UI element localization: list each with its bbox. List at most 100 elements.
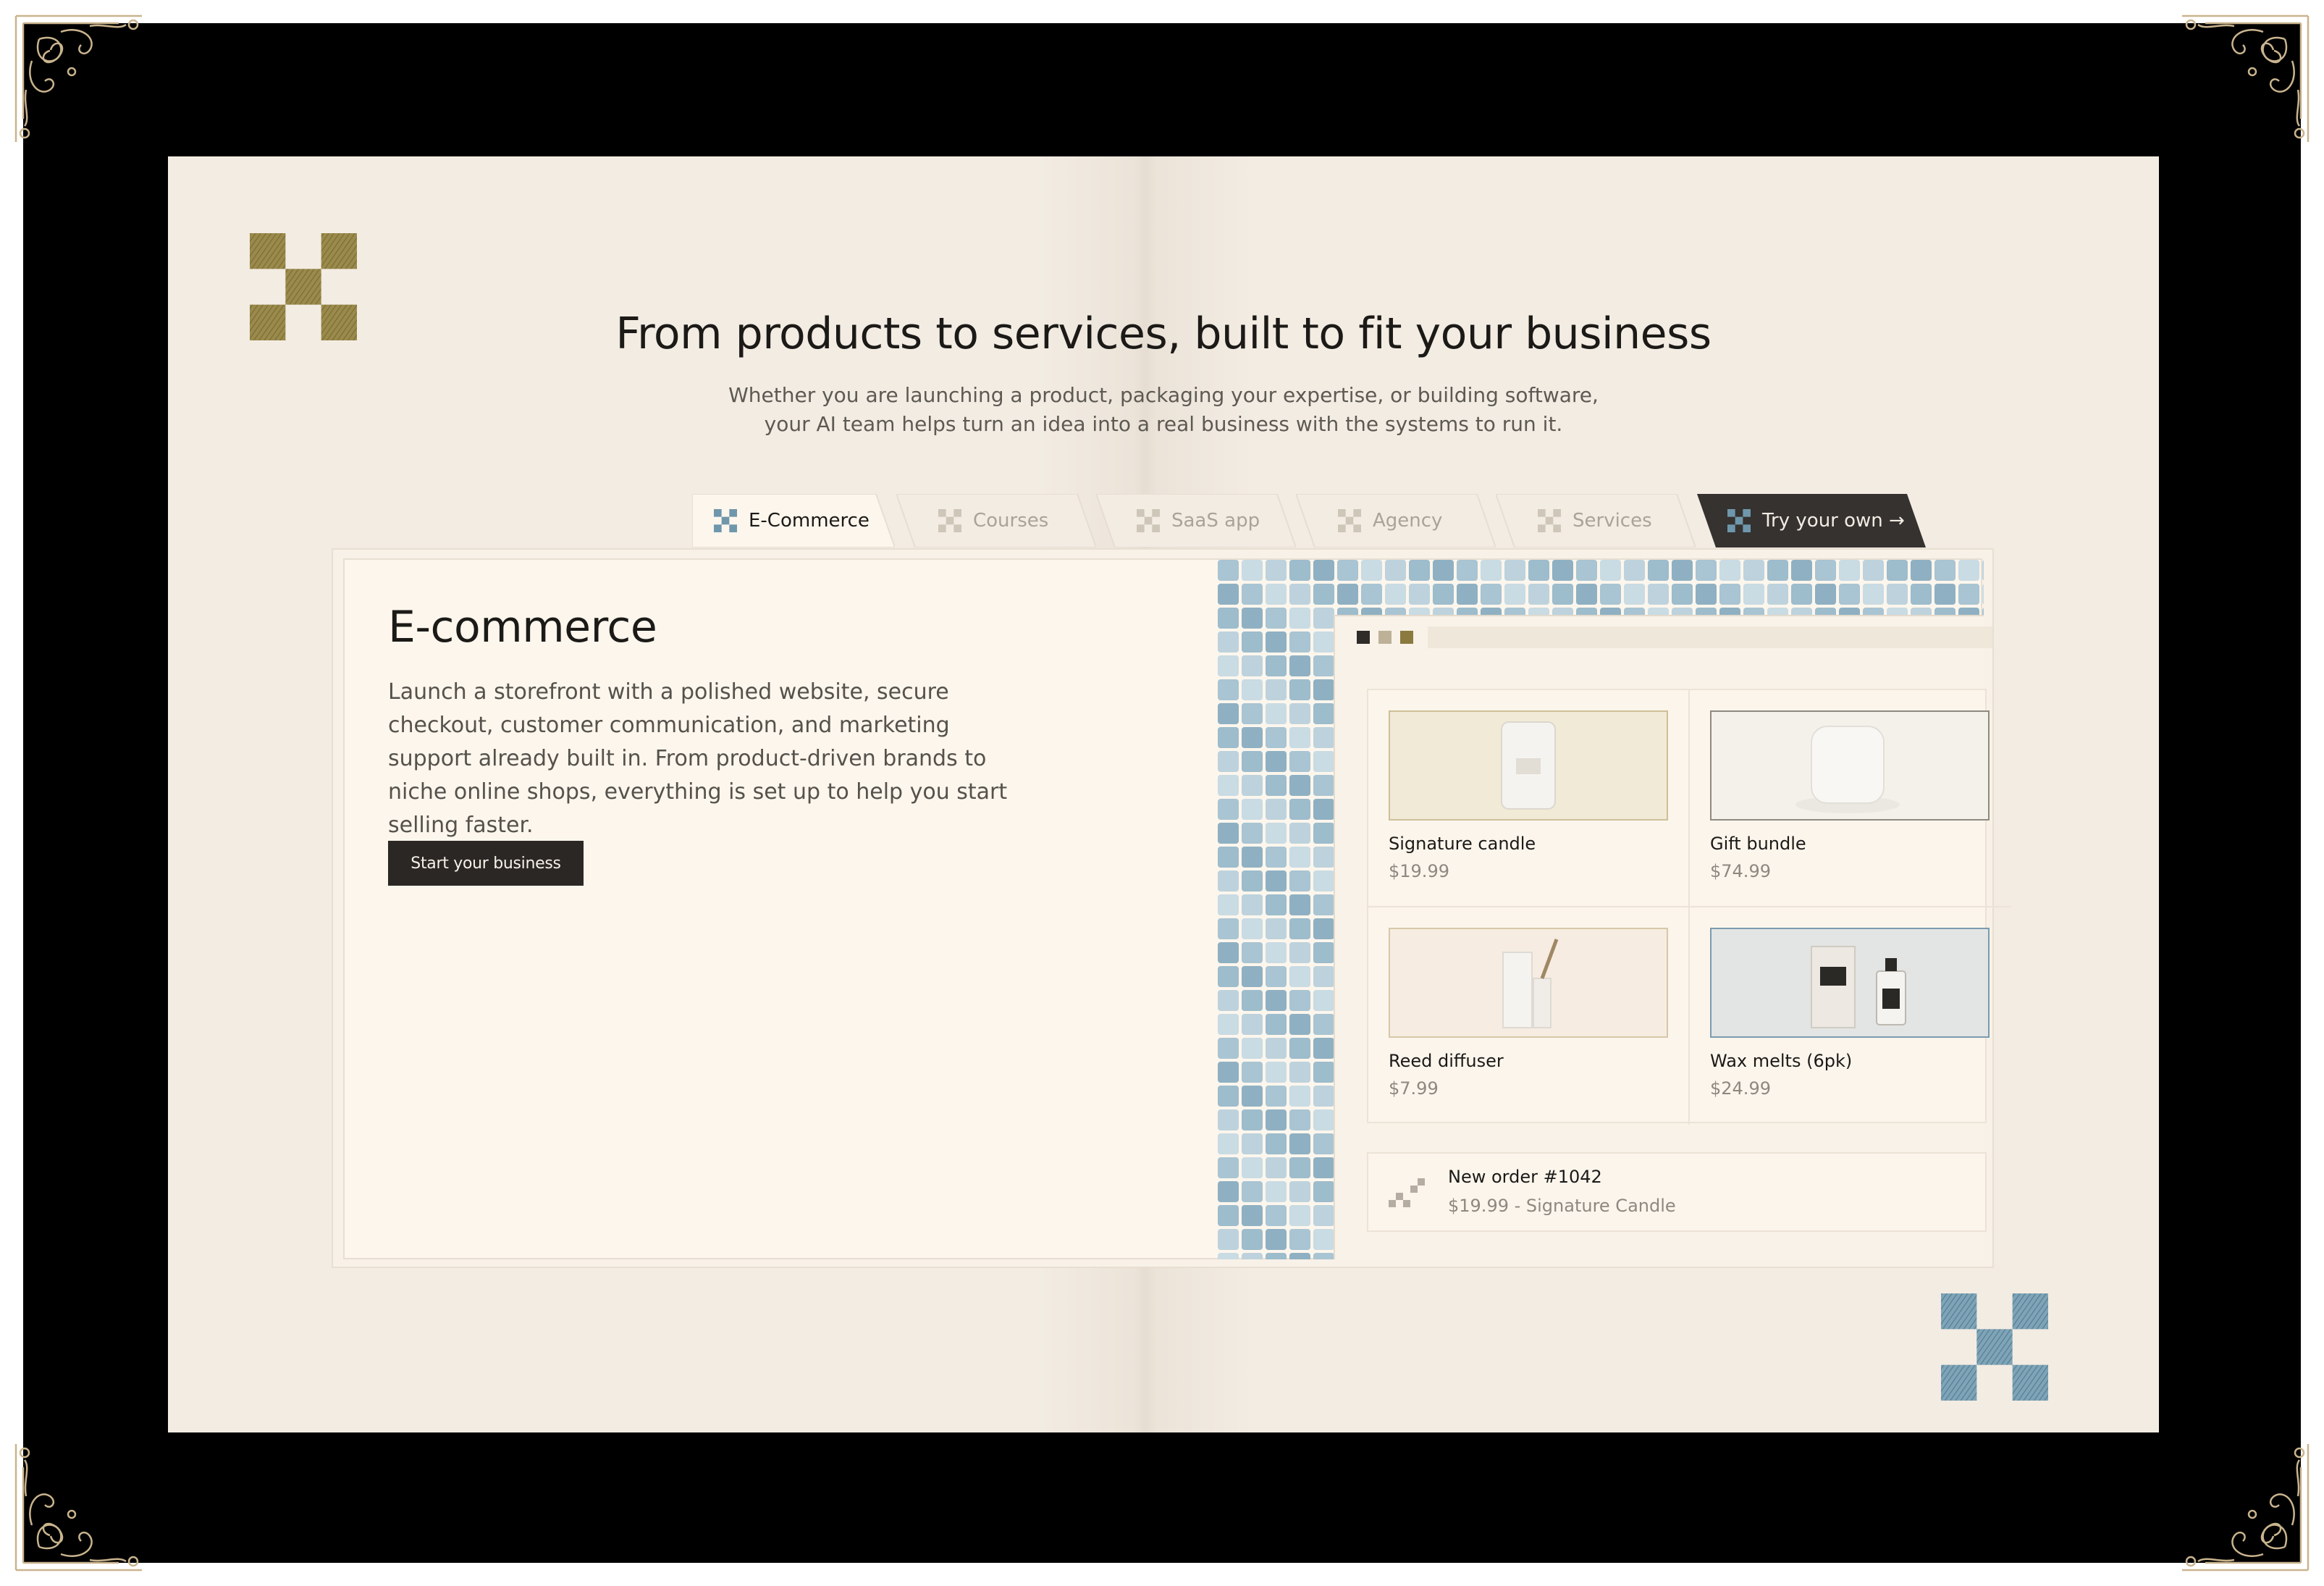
checker-tab-icon	[1538, 509, 1561, 532]
mosaic-tile	[1218, 1205, 1239, 1226]
mosaic-tile	[1313, 727, 1334, 748]
ornament-corner-icon	[2182, 14, 2310, 142]
mosaic-tile	[1457, 584, 1478, 605]
mosaic-tile	[1242, 1038, 1263, 1059]
mosaic-tile	[1218, 823, 1239, 844]
product-card[interactable]: Signature candle $19.99	[1368, 690, 1690, 907]
mosaic-tile	[1313, 679, 1334, 700]
subtitle-line-2: your AI team helps turn an idea into a r…	[764, 412, 1563, 436]
product-card[interactable]: Reed diffuser $7.99	[1368, 907, 1690, 1125]
tab-ecommerce[interactable]: E-Commerce	[692, 494, 895, 547]
tab-try-your-own[interactable]: Try your own →	[1697, 494, 1926, 547]
tab-services[interactable]: Services	[1496, 494, 1696, 547]
mosaic-tile	[1289, 1086, 1310, 1107]
category-panel: E-commerce Launch a storefront with a po…	[332, 548, 2011, 1268]
mosaic-tile	[1266, 823, 1287, 844]
mosaic-tile	[1242, 655, 1263, 676]
mosaic-tile	[1289, 966, 1310, 987]
mosaic-tile	[1266, 847, 1287, 868]
mosaic-tile	[1313, 1014, 1334, 1035]
product-name: Reed diffuser	[1389, 1051, 1504, 1071]
mosaic-tile	[1242, 751, 1263, 772]
mosaic-tile	[1934, 584, 1955, 605]
mosaic-tile	[1624, 584, 1645, 605]
wax-melts-image	[1710, 928, 1990, 1038]
mosaic-tile	[1648, 584, 1669, 605]
mosaic-tile	[1648, 560, 1669, 581]
mosaic-tile	[1266, 655, 1287, 676]
mosaic-tile	[1266, 990, 1287, 1011]
mosaic-tile	[1242, 990, 1263, 1011]
panel-description: Launch a storefront with a polished webs…	[388, 679, 1008, 838]
product-price: $24.99	[1710, 1078, 1771, 1099]
mosaic-tile	[1863, 560, 1884, 581]
mosaic-tile	[1313, 1157, 1334, 1178]
mosaic-tile	[1218, 1062, 1239, 1083]
mosaic-tile	[1242, 775, 1263, 796]
mosaic-tile	[1242, 1109, 1263, 1130]
mosaic-tile	[1313, 608, 1334, 629]
mosaic-tile	[1218, 918, 1239, 939]
product-card[interactable]: Gift bundle $74.99	[1690, 690, 2011, 907]
mosaic-tile	[1385, 584, 1406, 605]
mosaic-tile	[1266, 560, 1287, 581]
tab-agency[interactable]: Agency	[1296, 494, 1496, 547]
mosaic-tile	[1289, 727, 1310, 748]
ornament-corner-icon	[2182, 1444, 2310, 1572]
tab-saas-app[interactable]: SaaS app	[1096, 494, 1296, 547]
mosaic-tile	[1289, 1133, 1310, 1154]
mosaic-tile	[1313, 1205, 1334, 1226]
mosaic-tile	[1218, 608, 1239, 629]
mosaic-tile	[1266, 1253, 1287, 1259]
mosaic-tile	[1457, 560, 1478, 581]
mosaic-tile	[1242, 1181, 1263, 1202]
mosaic-tile	[1313, 1086, 1334, 1107]
mosaic-tile	[1242, 679, 1263, 700]
mosaic-tile	[1313, 751, 1334, 772]
mosaic-tile	[1289, 560, 1310, 581]
mosaic-tile	[1289, 918, 1310, 939]
mosaic-tile	[1266, 679, 1287, 700]
mosaic-tile	[1218, 655, 1239, 676]
mosaic-tile	[1767, 584, 1788, 605]
checker-tab-icon	[714, 509, 737, 532]
mosaic-tile	[1289, 1109, 1310, 1130]
mosaic-tile	[1696, 584, 1717, 605]
storefront-mockup: Signature candle $19.99 Gift bundle $74.…	[1334, 615, 2011, 1259]
page-canvas: From products to services, built to fit …	[168, 156, 2159, 1432]
mosaic-tile	[1218, 990, 1239, 1011]
mosaic-tile	[1242, 918, 1263, 939]
mosaic-tile	[1242, 1014, 1263, 1035]
mosaic-tile	[1839, 560, 1860, 581]
mosaic-tile	[1313, 1253, 1334, 1259]
address-bar	[1428, 626, 1992, 648]
mosaic-tile	[1242, 584, 1263, 605]
mosaic-tile	[1242, 894, 1263, 915]
mosaic-tile	[1313, 918, 1334, 939]
start-business-button[interactable]: Start your business	[388, 841, 584, 886]
reed-diffuser-image	[1389, 928, 1668, 1038]
mosaic-tile	[1266, 1014, 1287, 1035]
product-card[interactable]: Wax melts (6pk) $24.99	[1690, 907, 2011, 1125]
mosaic-tile	[1289, 870, 1310, 891]
page-title: From products to services, built to fit …	[615, 309, 1712, 359]
mosaic-tile	[1313, 990, 1334, 1011]
tab-courses[interactable]: Courses	[896, 494, 1096, 547]
mosaic-tile	[1242, 942, 1263, 963]
mosaic-tile	[1815, 584, 1836, 605]
mosaic-tile	[1218, 1133, 1239, 1154]
order-notification[interactable]: New order #1042 $19.99 - Signature Candl…	[1367, 1152, 1987, 1232]
mosaic-tile	[1313, 703, 1334, 724]
checker-tab-icon	[938, 509, 961, 532]
mosaic-tile	[1218, 1086, 1239, 1107]
mosaic-tile	[1863, 584, 1884, 605]
mosaic-tile	[1911, 560, 1932, 581]
tab-label: Courses	[973, 510, 1049, 532]
mosaic-tile	[1242, 1062, 1263, 1083]
mosaic-tile	[1218, 584, 1239, 605]
mosaic-tile	[1218, 632, 1239, 653]
mosaic-tile	[1958, 584, 1979, 605]
checker-tab-icon	[1338, 509, 1361, 532]
mosaic-tile	[1218, 1157, 1239, 1178]
mosaic-tile	[1313, 799, 1334, 820]
